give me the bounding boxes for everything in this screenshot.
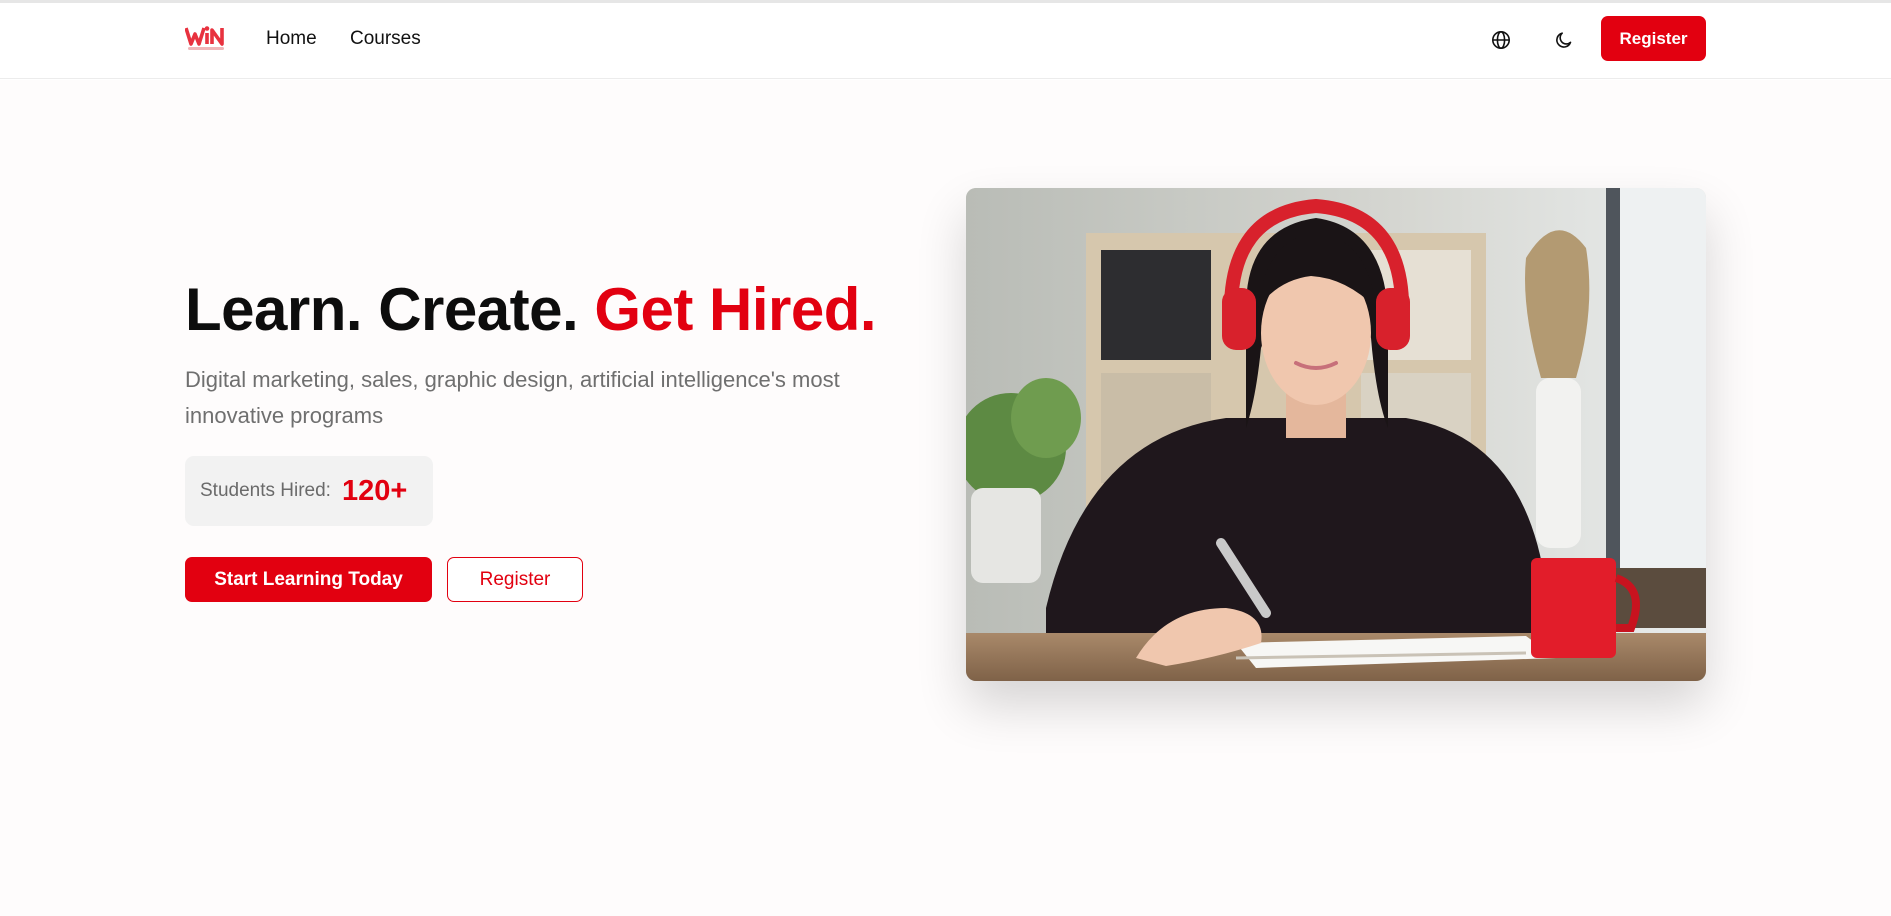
logo-mark-icon [185, 26, 224, 46]
student-studying-illustration [966, 188, 1706, 681]
stat-label: Students Hired: [200, 480, 331, 501]
language-button[interactable] [1485, 24, 1517, 56]
theme-toggle-button[interactable] [1548, 24, 1580, 56]
moon-icon [1556, 32, 1572, 48]
hero-subtitle: Digital marketing, sales, graphic design… [185, 367, 840, 428]
headline-accent: Get Hired. [594, 276, 877, 343]
stat-value: 120+ [341, 474, 408, 507]
students-hired-stat: Students Hired: 120+ [185, 456, 433, 526]
logo-tagline-mark [188, 47, 224, 50]
start-learning-button[interactable]: Start Learning Today [185, 557, 432, 602]
nav-link-courses[interactable]: Courses [350, 28, 421, 50]
headline-part-1: Learn. Create. [185, 276, 579, 343]
hero-headline: Learn. Create. Get Hired. [185, 275, 877, 344]
nav-register-button[interactable]: Register [1601, 16, 1706, 61]
brand-logo[interactable] [185, 22, 227, 56]
globe-icon [1492, 31, 1510, 49]
hero-photo [966, 188, 1706, 681]
hero-register-button[interactable]: Register [447, 557, 583, 602]
nav-link-home[interactable]: Home [266, 28, 317, 50]
top-navbar: Home Courses Register [0, 3, 1891, 79]
